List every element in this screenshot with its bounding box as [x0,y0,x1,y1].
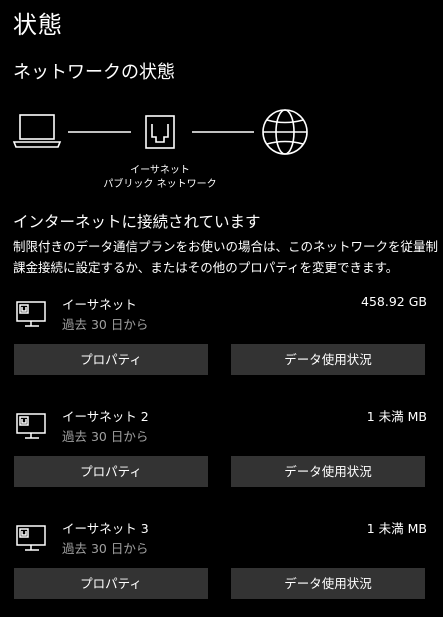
connection-status-heading: インターネットに接続されています [13,213,261,231]
connection-status-description: 制限付きのデータ通信プランをお使いの場合は、このネットワークを従量制課金接続に設… [13,239,439,275]
adapter-item: イーサネット 過去 30 日から 458.92 GB プロパティ データ使用状況 [0,294,443,404]
data-usage-button[interactable]: データ使用状況 [231,456,425,487]
network-status-heading: ネットワークの状態 [13,62,175,83]
adapter-period: 過去 30 日から [62,429,149,444]
ethernet-adapter-icon [16,525,46,551]
status-page: 状態 ネットワークの状態 イーサネット パブリック ネットワーク インターネット… [0,0,443,617]
adapter-period: 過去 30 日から [62,541,149,556]
properties-button[interactable]: プロパティ [14,344,208,375]
adapter-item: イーサネット 3 過去 30 日から 1 未満 MB プロパティ データ使用状況 [0,518,443,617]
ethernet-port-icon [145,115,175,149]
ethernet-adapter-icon [16,301,46,327]
adapter-period: 過去 30 日から [62,317,149,332]
adapter-data-usage: 458.92 GB [361,294,427,309]
page-title: 状態 [13,11,63,39]
adapter-data-usage: 1 未満 MB [366,409,427,424]
adapter-label-network-type: パブリック ネットワーク [103,179,217,190]
network-diagram-graphic [12,109,308,155]
adapter-data-usage: 1 未満 MB [366,521,427,536]
globe-icon [262,109,308,155]
adapter-name: イーサネット [62,297,137,312]
properties-button[interactable]: プロパティ [14,456,208,487]
adapter-name: イーサネット 2 [62,409,149,424]
network-diagram: イーサネット パブリック ネットワーク [0,108,443,198]
properties-button[interactable]: プロパティ [14,568,208,599]
ethernet-adapter-icon [16,413,46,439]
adapter-name: イーサネット 3 [62,521,149,536]
adapter-item: イーサネット 2 過去 30 日から 1 未満 MB プロパティ データ使用状況 [0,406,443,516]
data-usage-button[interactable]: データ使用状況 [231,568,425,599]
adapter-label-name: イーサネット [130,165,190,176]
laptop-icon [12,114,62,148]
data-usage-button[interactable]: データ使用状況 [231,344,425,375]
